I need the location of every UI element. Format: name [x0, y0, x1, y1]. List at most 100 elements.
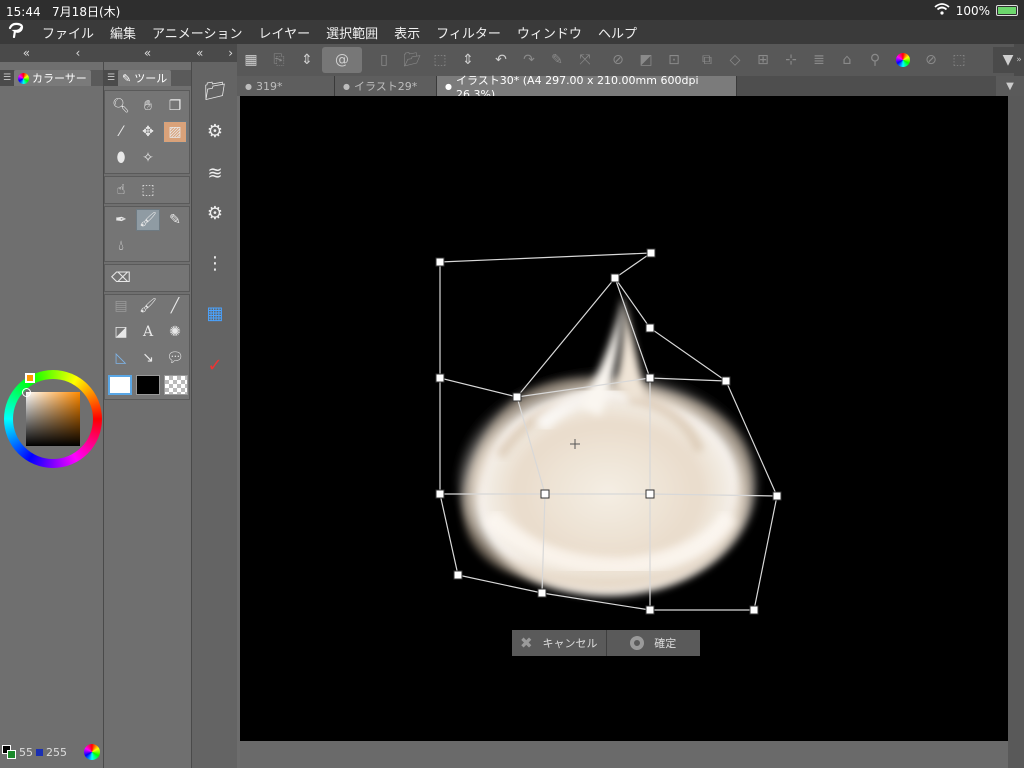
- color-white-swatch[interactable]: [108, 375, 132, 395]
- grid-view-icon[interactable]: ▦: [238, 47, 264, 73]
- tab-dot-icon: ●: [445, 81, 452, 91]
- tab-color-circle[interactable]: カラーサー: [14, 70, 91, 86]
- balloon-icon[interactable]: 💬︎: [163, 347, 187, 369]
- tabs-dropdown-icon[interactable]: ▼: [996, 76, 1024, 96]
- menu-edit[interactable]: 編集: [102, 23, 144, 42]
- menu-help[interactable]: ヘルプ: [590, 23, 645, 42]
- right-scroll-strip[interactable]: [1008, 96, 1024, 768]
- speed-lines-icon[interactable]: ✺: [163, 321, 187, 343]
- main-sub-color-icon[interactable]: [2, 745, 16, 759]
- new-file-icon[interactable]: ▯: [371, 47, 397, 73]
- material-icon[interactable]: 📁︎: [200, 76, 230, 106]
- airbrush-icon[interactable]: ✎: [163, 209, 187, 231]
- menu-animation[interactable]: アニメーション: [144, 23, 250, 42]
- updown-arrows-icon[interactable]: ⇕: [455, 47, 481, 73]
- undo-history-icon[interactable]: ⎘: [266, 47, 292, 73]
- sub-tool-detail-icon[interactable]: ⚙︎: [200, 116, 230, 146]
- menu-filter[interactable]: フィルター: [428, 23, 509, 42]
- deselect-icon[interactable]: ⊘: [605, 47, 631, 73]
- ruler-icon[interactable]: ⌂: [834, 47, 860, 73]
- menu-selection[interactable]: 選択範囲: [318, 23, 386, 42]
- panel-menu-icon[interactable]: ☰: [0, 70, 14, 86]
- invert-selection-icon[interactable]: ◩: [633, 47, 659, 73]
- color-wheel-icon[interactable]: [890, 47, 916, 73]
- panel-menu-icon[interactable]: ☰: [104, 70, 118, 86]
- save-icon[interactable]: ⬚: [427, 47, 453, 73]
- brush-size-icon[interactable]: ⋮: [200, 248, 230, 278]
- line-icon[interactable]: ╱: [163, 295, 187, 317]
- menu-view[interactable]: 表示: [386, 23, 428, 42]
- tab-tool[interactable]: ✎ ツール: [118, 70, 172, 86]
- color-transparent-swatch[interactable]: [164, 375, 188, 395]
- rect-select-icon[interactable]: ⬚: [136, 179, 160, 201]
- hand-icon[interactable]: ✋︎: [136, 95, 160, 117]
- selection-border-icon[interactable]: ⊡: [661, 47, 687, 73]
- undo-icon[interactable]: ↶: [488, 47, 514, 73]
- chevron-right-icon[interactable]: ›: [228, 46, 233, 60]
- gradient-icon[interactable]: ◪: [109, 321, 133, 343]
- select-all-icon[interactable]: ⬚: [946, 47, 972, 73]
- layer-move-icon[interactable]: ❐: [163, 95, 187, 117]
- tool-property-icon[interactable]: ⚙︎: [200, 198, 230, 228]
- collapse-right-icon[interactable]: »: [1014, 44, 1024, 76]
- eraser-icon[interactable]: ⌫: [109, 267, 133, 289]
- layer-stack-icon[interactable]: ≣: [806, 47, 832, 73]
- confirm-button[interactable]: 確定: [607, 630, 701, 656]
- color-info: 55 255: [2, 740, 102, 764]
- auto-select-icon[interactable]: ⬮: [109, 147, 133, 169]
- sv-handle[interactable]: [22, 388, 31, 397]
- pen-icon[interactable]: ✒︎: [109, 209, 133, 231]
- filter-icon[interactable]: ⚲: [862, 47, 888, 73]
- eyedropper-icon[interactable]: ⁄: [109, 121, 133, 143]
- transform-icon[interactable]: ⤧: [572, 47, 598, 73]
- clear-icon[interactable]: ✎: [544, 47, 570, 73]
- move-object-icon[interactable]: ✥: [136, 121, 160, 143]
- copy-icon[interactable]: ⧉: [694, 47, 720, 73]
- scale-icon[interactable]: ⊞: [750, 47, 776, 73]
- tab-doc-319[interactable]: ● 319*: [237, 76, 335, 96]
- ruler-icon[interactable]: ◺: [109, 347, 133, 369]
- chevron-left-icon[interactable]: ‹: [75, 46, 80, 60]
- paste-icon[interactable]: ◇: [722, 47, 748, 73]
- mesh-icon[interactable]: ⊹: [778, 47, 804, 73]
- menu-layer[interactable]: レイヤー: [251, 23, 319, 42]
- redo-icon[interactable]: ↷: [516, 47, 542, 73]
- tool-group-draw: ✒︎ 🖌︎ ✎ 💧︎: [104, 206, 190, 262]
- cancel-button[interactable]: ✖ キャンセル: [512, 630, 606, 656]
- spiral-icon[interactable]: @: [322, 47, 362, 73]
- layer-icon[interactable]: ≋: [200, 158, 230, 188]
- menu-file[interactable]: ファイル: [34, 23, 102, 42]
- updown-arrows-icon[interactable]: ⇕: [294, 47, 320, 73]
- tab-doc-30[interactable]: ● イラスト30* (A4 297.00 x 210.00mm 600dpi 26…: [437, 74, 737, 101]
- selection-pen-icon[interactable]: ▨: [163, 121, 187, 143]
- brush-icon[interactable]: 🖌︎: [136, 209, 160, 231]
- blend-icon[interactable]: 💧︎: [109, 235, 133, 257]
- collapse-double-left-icon[interactable]: «: [144, 46, 151, 60]
- correct-line-icon[interactable]: ↘: [136, 347, 160, 369]
- collapse-double-left-icon[interactable]: «: [196, 46, 203, 60]
- open-file-icon[interactable]: 📂︎: [399, 47, 425, 73]
- zoom-icon[interactable]: 🔍︎: [109, 95, 133, 117]
- saturation-value-square[interactable]: [26, 392, 80, 446]
- auto-action-icon[interactable]: ✓: [200, 350, 230, 380]
- tab-doc-29[interactable]: ● イラスト29*: [335, 76, 437, 96]
- color-panel: « ‹ ☰ カラーサー 55 255: [0, 44, 104, 768]
- timeline-icon[interactable]: ▦: [200, 298, 230, 328]
- hue-ring[interactable]: [4, 370, 102, 468]
- color-value-left: 55: [19, 745, 33, 759]
- text-icon[interactable]: A: [136, 321, 160, 343]
- fill-icon[interactable]: 🖌︎: [136, 295, 160, 317]
- menu-window[interactable]: ウィンドウ: [509, 23, 590, 42]
- tool-group-erase: ⌫: [104, 264, 190, 292]
- lasso-icon[interactable]: ☝︎: [109, 179, 133, 201]
- decoration-icon[interactable]: ▤: [109, 295, 133, 317]
- color-wheel-small-icon[interactable]: [84, 744, 100, 760]
- slash-icon[interactable]: ⊘: [918, 47, 944, 73]
- color-black-swatch[interactable]: [136, 375, 160, 395]
- tool-group-misc: ▤ 🖌︎ ╱ ◪ A ✺ ◺ ↘ 💬︎: [104, 294, 190, 400]
- wifi-icon: [934, 3, 950, 18]
- hue-handle[interactable]: [25, 373, 35, 383]
- collapse-double-left-icon[interactable]: «: [23, 46, 30, 60]
- magic-wand-icon[interactable]: ✧: [136, 147, 160, 169]
- app-logo-icon[interactable]: [0, 22, 34, 42]
